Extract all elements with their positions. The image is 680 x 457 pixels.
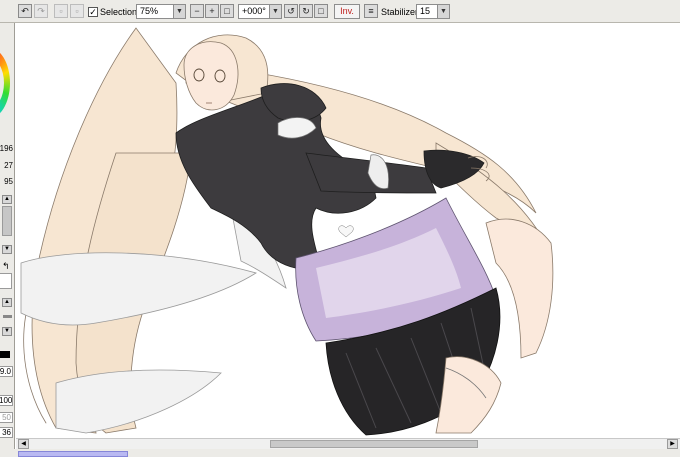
zoom-out-button[interactable]: −: [190, 4, 204, 18]
brush-size-field[interactable]: 9.0: [0, 366, 13, 377]
rotate-reset-icon: □: [318, 5, 324, 16]
drawing-canvas[interactable]: [16, 23, 680, 438]
select-all-icon: ▫: [75, 5, 79, 16]
rotation-select[interactable]: +000° ▼: [238, 4, 282, 19]
arrow-up-icon: ▲: [4, 196, 10, 202]
flip-icon: ≡: [368, 5, 374, 16]
swap-colors-icon[interactable]: ↰: [2, 261, 10, 272]
flip-button[interactable]: ≡: [364, 4, 378, 18]
zoom-out-icon: −: [194, 5, 200, 16]
rotate-reset-button[interactable]: □: [314, 4, 328, 18]
color-value-1: :196: [0, 144, 13, 153]
foreground-color-swatch[interactable]: [0, 351, 10, 358]
arrow-up-icon: ▲: [4, 299, 10, 305]
min-density-field[interactable]: 36: [0, 427, 13, 438]
panel-scrollbar-thumb[interactable]: [2, 206, 12, 236]
left-tool-panel: :196 27 95 ▲ ▼ ↰ ▲ ▼ 9.0 100 50 36: [0, 23, 15, 457]
leg-lower: [435, 356, 502, 434]
status-bar: [0, 449, 680, 457]
layer-tab[interactable]: [18, 451, 128, 457]
chevron-down-icon: ▼: [173, 5, 185, 18]
stabilizer-label: Stabilizer: [381, 7, 419, 17]
chevron-down-icon: ▼: [437, 5, 449, 18]
stabilizer-value: 15: [420, 6, 431, 16]
scroll-down-button[interactable]: ▼: [2, 245, 12, 254]
redo-icon: ↷: [37, 5, 45, 16]
color-wheel[interactable]: [0, 47, 10, 119]
ribbon-left: [20, 252, 257, 326]
background-color-swatch[interactable]: [0, 273, 12, 289]
zoom-select[interactable]: 75% ▼: [136, 4, 186, 19]
zoom-in-button[interactable]: +: [205, 4, 219, 18]
panel-down-button[interactable]: ▼: [2, 327, 12, 336]
color-value-3: 95: [4, 177, 13, 186]
stabilizer-select[interactable]: 15 ▼: [416, 4, 450, 19]
toolbar: ↶ ↷ ▫ ▫ ✓ Selection 75% ▼ − + □ +000° ▼ …: [0, 0, 680, 23]
arrow-left-icon: ◀: [21, 441, 26, 447]
select-all-button[interactable]: ▫: [70, 4, 84, 18]
artwork: [20, 27, 554, 436]
arrow-down-icon: ▼: [4, 246, 10, 252]
min-size-field[interactable]: 50: [0, 412, 13, 423]
scroll-right-button[interactable]: ▶: [667, 439, 678, 449]
rotate-right-button[interactable]: ↻: [299, 4, 313, 18]
selection-checkbox[interactable]: ✓: [88, 7, 98, 17]
rotate-left-icon: ↺: [287, 5, 295, 16]
zoom-reset-icon: □: [224, 5, 230, 16]
zoom-in-icon: +: [209, 5, 215, 16]
deselect-button[interactable]: ▫: [54, 4, 68, 18]
scroll-up-button[interactable]: ▲: [2, 195, 12, 204]
ribbon-lower: [55, 369, 222, 434]
undo-button[interactable]: ↶: [18, 4, 32, 18]
selection-label: Selection: [100, 7, 138, 17]
arrow-right-icon: ▶: [670, 441, 675, 447]
rotate-left-button[interactable]: ↺: [284, 4, 298, 18]
horizontal-scrollbar[interactable]: ◀ ▶: [16, 438, 680, 449]
invert-button[interactable]: Inv.: [334, 4, 360, 19]
chevron-down-icon: ▼: [269, 5, 281, 18]
rotation-value: +000°: [242, 6, 266, 16]
undo-icon: ↶: [21, 5, 29, 16]
zoom-value: 75%: [140, 6, 159, 16]
panel-up-button[interactable]: ▲: [2, 298, 12, 307]
slider-handle[interactable]: [3, 315, 12, 318]
density-field[interactable]: 100: [0, 395, 13, 406]
rotate-right-icon: ↻: [302, 5, 310, 16]
horizontal-scroll-thumb[interactable]: [270, 440, 478, 448]
zoom-reset-button[interactable]: □: [220, 4, 234, 18]
arrow-down-icon: ▼: [4, 328, 10, 334]
redo-button[interactable]: ↷: [34, 4, 48, 18]
heart-emblem: [338, 225, 354, 238]
scroll-left-button[interactable]: ◀: [18, 439, 29, 449]
color-value-2: 27: [4, 161, 13, 170]
deselect-icon: ▫: [59, 5, 63, 16]
face: [183, 41, 239, 111]
